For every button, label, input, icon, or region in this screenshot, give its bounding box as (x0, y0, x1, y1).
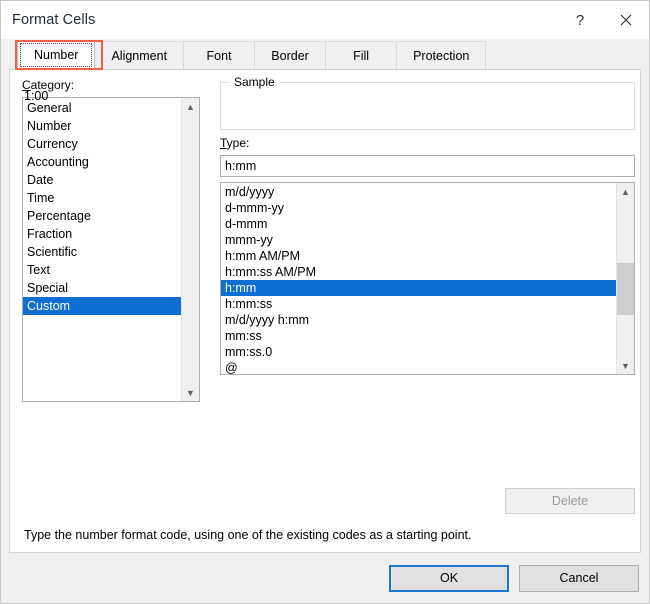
tab-fill[interactable]: Fill (325, 41, 398, 69)
question-mark-icon: ? (575, 11, 585, 29)
tab-strip: Number Alignment Font Border Fill Protec… (1, 39, 649, 70)
format-help-text: Type the number format code, using one o… (24, 528, 472, 542)
category-item-time[interactable]: Time (23, 189, 181, 207)
type-item-1[interactable]: d-mmm-yy (221, 200, 616, 216)
chevron-up-icon[interactable]: ▲ (617, 183, 634, 200)
category-item-accounting[interactable]: Accounting (23, 153, 181, 171)
category-item-currency[interactable]: Currency (23, 135, 181, 153)
tab-alignment[interactable]: Alignment (94, 41, 185, 69)
tab-font[interactable]: Font (183, 41, 256, 69)
tab-number[interactable]: Number (17, 40, 96, 69)
tab-border-label: Border (271, 49, 309, 63)
ok-button[interactable]: OK (389, 564, 509, 592)
type-scrollbar-thumb[interactable] (617, 263, 634, 315)
tab-font-label: Font (206, 49, 232, 63)
chevron-down-icon[interactable]: ▼ (182, 384, 199, 401)
type-list[interactable]: m/d/yyyy d-mmm-yy d-mmm mmm-yy h:mm AM/P… (220, 182, 635, 375)
type-item-4[interactable]: h:mm AM/PM (221, 248, 616, 264)
category-list[interactable]: General Number Currency Accounting Date … (22, 97, 200, 402)
tab-protection[interactable]: Protection (396, 41, 487, 69)
type-item-2[interactable]: d-mmm (221, 216, 616, 232)
sample-legend: Sample (230, 75, 279, 89)
sample-value: 1:00 (24, 89, 49, 103)
close-button[interactable] (603, 1, 649, 39)
close-icon (620, 14, 632, 26)
category-item-number[interactable]: Number (23, 117, 181, 135)
tab-number-label: Number (34, 48, 79, 62)
tab-alignment-label: Alignment (111, 49, 168, 63)
type-label: Type: (220, 136, 249, 150)
type-label-accelerator: T (220, 136, 227, 150)
category-item-fraction[interactable]: Fraction (23, 225, 181, 243)
type-list-items: m/d/yyyy d-mmm-yy d-mmm mmm-yy h:mm AM/P… (221, 183, 616, 374)
chevron-up-icon[interactable]: ▲ (182, 98, 199, 115)
category-item-special[interactable]: Special (23, 279, 181, 297)
category-item-percentage[interactable]: Percentage (23, 207, 181, 225)
type-item-5[interactable]: h:mm:ss AM/PM (221, 264, 616, 280)
chevron-down-icon[interactable]: ▼ (617, 357, 634, 374)
sample-group: Sample (220, 75, 635, 130)
tab-protection-label: Protection (413, 49, 470, 63)
tab-border[interactable]: Border (254, 41, 327, 69)
help-button[interactable]: ? (557, 1, 603, 39)
type-item-6[interactable]: h:mm (221, 280, 616, 296)
title-bar: Format Cells ? (1, 1, 649, 39)
type-item-0[interactable]: m/d/yyyy (221, 184, 616, 200)
dialog-title: Format Cells (12, 12, 96, 28)
type-input[interactable] (220, 155, 635, 177)
type-scrollbar[interactable]: ▲ ▼ (616, 183, 634, 374)
type-label-rest: ype: (226, 136, 250, 150)
type-item-3[interactable]: mmm-yy (221, 232, 616, 248)
cancel-button[interactable]: Cancel (519, 564, 639, 592)
type-item-10[interactable]: mm:ss.0 (221, 344, 616, 360)
format-cells-dialog: Format Cells ? Number Alignment Font Bor… (0, 0, 650, 604)
type-item-9[interactable]: mm:ss (221, 328, 616, 344)
type-item-8[interactable]: m/d/yyyy h:mm (221, 312, 616, 328)
category-item-date[interactable]: Date (23, 171, 181, 189)
category-scrollbar[interactable]: ▲ ▼ (181, 98, 199, 401)
type-item-7[interactable]: h:mm:ss (221, 296, 616, 312)
category-list-items: General Number Currency Accounting Date … (23, 98, 181, 401)
type-item-11[interactable]: @ (221, 360, 616, 374)
number-tab-panel: Category: General Number Currency Accoun… (9, 69, 641, 553)
title-bar-buttons: ? (557, 1, 649, 39)
tab-fill-label: Fill (353, 49, 370, 63)
dialog-footer: OK Cancel (1, 553, 649, 603)
delete-button[interactable]: Delete (505, 488, 635, 514)
category-item-custom[interactable]: Custom (23, 297, 181, 315)
category-item-text[interactable]: Text (23, 261, 181, 279)
category-item-scientific[interactable]: Scientific (23, 243, 181, 261)
